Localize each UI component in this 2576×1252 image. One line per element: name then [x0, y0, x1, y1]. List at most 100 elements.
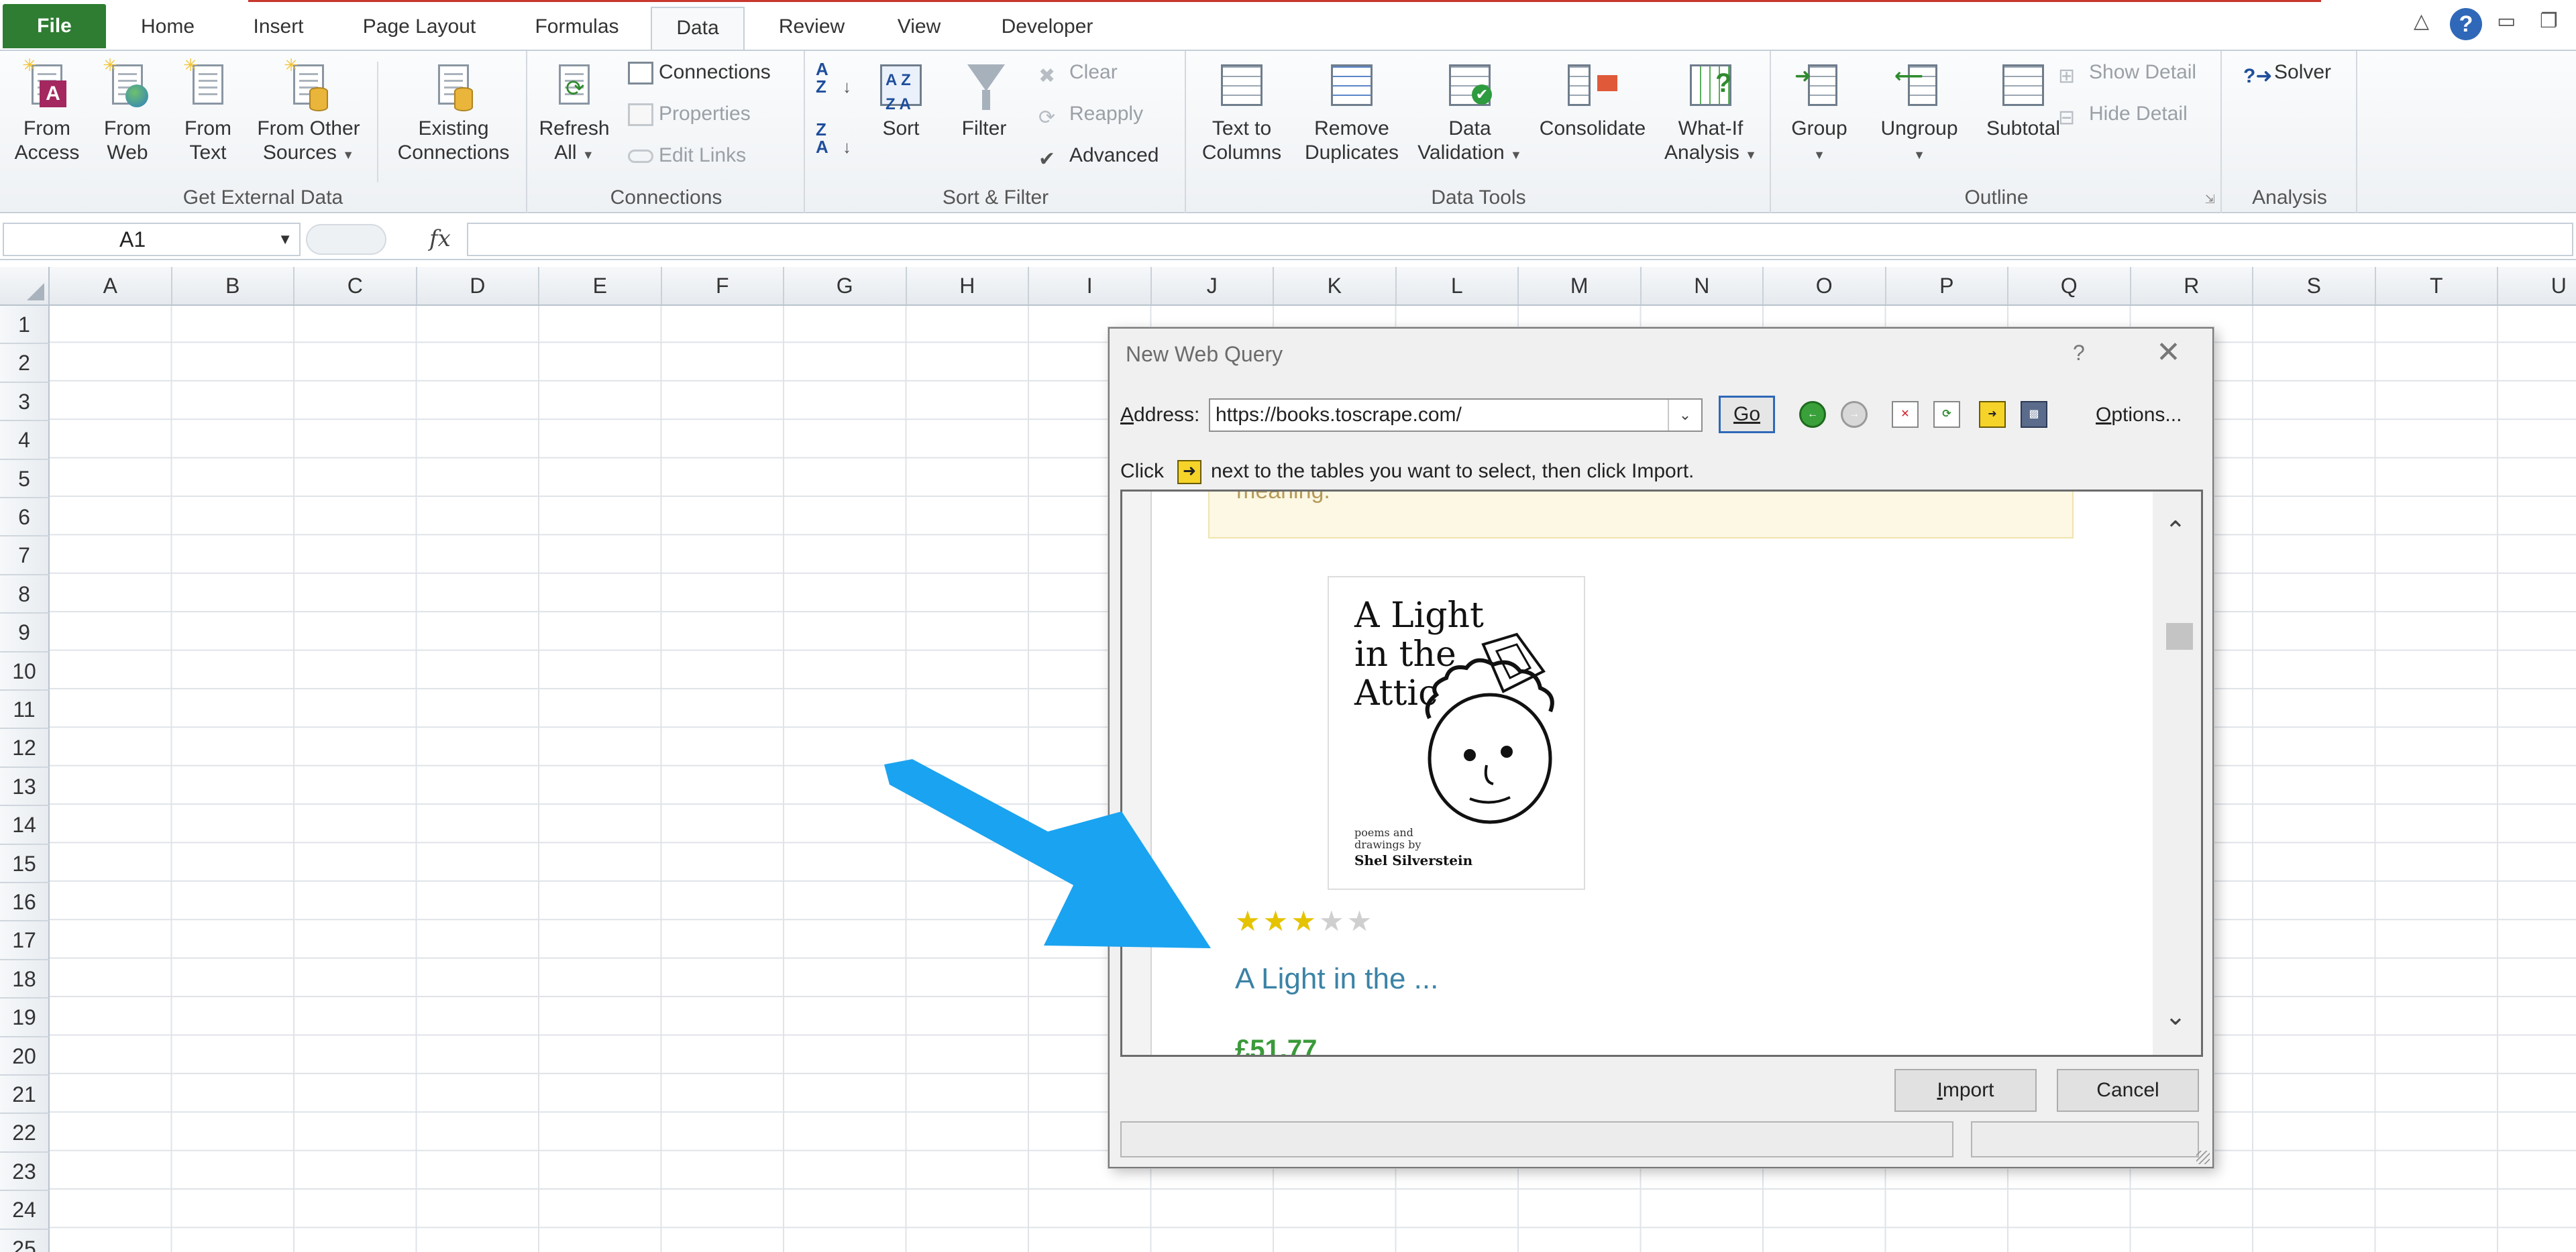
column-header[interactable]: Q	[2008, 267, 2131, 304]
row-header[interactable]: 19	[0, 999, 50, 1037]
column-header[interactable]: U	[2498, 267, 2576, 304]
options-button[interactable]: Options...	[2096, 404, 2182, 426]
column-header[interactable]: R	[2131, 267, 2253, 304]
row-header[interactable]: 22	[0, 1114, 50, 1153]
row-header[interactable]: 9	[0, 614, 50, 652]
existing-connections-button[interactable]: Existing Connections	[386, 58, 521, 165]
row-header[interactable]: 3	[0, 382, 50, 422]
go-button[interactable]: Go	[1719, 396, 1775, 433]
tab-developer[interactable]: Developer	[983, 7, 1111, 50]
select-all-corner[interactable]	[0, 267, 50, 304]
chevron-down-icon[interactable]: ▼	[278, 224, 292, 255]
column-header[interactable]: M	[1519, 267, 1642, 304]
window-restore-icon[interactable]: ❐	[2540, 9, 2558, 33]
scroll-thumb[interactable]	[2166, 623, 2193, 650]
from-text-button[interactable]: ✳ From Text	[168, 56, 248, 165]
row-header[interactable]: 7	[0, 536, 50, 575]
tab-home[interactable]: Home	[127, 7, 208, 50]
ribbon-minimize-icon[interactable]: △	[2414, 9, 2429, 33]
tab-insert[interactable]: Insert	[235, 7, 322, 50]
row-header[interactable]: 23	[0, 1152, 50, 1192]
tab-review[interactable]: Review	[765, 7, 859, 50]
row-header[interactable]: 12	[0, 729, 50, 768]
row-header[interactable]: 4	[0, 421, 50, 460]
sort-z-to-a-button[interactable]: Z A ↓	[816, 121, 851, 156]
book-title-link[interactable]: A Light in the ...	[1235, 962, 1438, 996]
column-header[interactable]: D	[417, 267, 539, 304]
row-header[interactable]: 20	[0, 1037, 50, 1076]
preview-vertical-scrollbar[interactable]: ⌃ ⌄	[2153, 492, 2201, 1055]
formula-input[interactable]	[467, 223, 2573, 256]
dialog-launcher-icon[interactable]: ⇲	[2205, 192, 2215, 207]
sort-a-to-z-button[interactable]: A Z ↓	[816, 60, 851, 95]
row-header[interactable]: 24	[0, 1191, 50, 1230]
book-cover-image[interactable]: A Light in the Attic poems and drawings …	[1328, 576, 1585, 890]
column-header[interactable]: P	[1886, 267, 2008, 304]
from-other-sources-button[interactable]: ✳ From Other Sources ▼	[248, 56, 369, 167]
scroll-up-icon[interactable]: ⌃	[2165, 516, 2186, 546]
column-header[interactable]: E	[539, 267, 662, 304]
row-header[interactable]: 8	[0, 575, 50, 614]
address-input[interactable]: https://books.toscrape.com/	[1209, 398, 1703, 432]
column-header[interactable]: B	[172, 267, 294, 304]
formula-bar-splitter[interactable]	[306, 224, 386, 255]
column-header[interactable]: A	[50, 267, 172, 304]
row-header[interactable]: 1	[0, 306, 50, 345]
column-header[interactable]: J	[1152, 267, 1274, 304]
column-header[interactable]: S	[2253, 267, 2376, 304]
text-to-columns-button[interactable]: Text to Columns	[1191, 58, 1292, 165]
tab-file[interactable]: File	[3, 4, 106, 48]
row-header[interactable]: 2	[0, 344, 50, 383]
column-header[interactable]: O	[1764, 267, 1886, 304]
column-header[interactable]: N	[1642, 267, 1764, 304]
cancel-button[interactable]: Cancel	[2057, 1069, 2199, 1112]
row-header[interactable]: 13	[0, 767, 50, 807]
column-header[interactable]: L	[1397, 267, 1519, 304]
what-if-analysis-button[interactable]: ? What-If Analysis ▼	[1657, 58, 1764, 167]
row-header[interactable]: 25	[0, 1229, 50, 1252]
help-icon[interactable]: ?	[2450, 8, 2482, 40]
connections-button[interactable]: Connections	[628, 58, 771, 87]
row-header[interactable]: 17	[0, 921, 50, 960]
import-button[interactable]: Import	[1894, 1069, 2037, 1112]
column-header[interactable]: F	[662, 267, 784, 304]
group-button[interactable]: ➜ Group ▼	[1776, 58, 1862, 167]
row-header[interactable]: 14	[0, 806, 50, 845]
row-header[interactable]: 11	[0, 691, 50, 730]
address-dropdown-icon[interactable]: ⌄	[1668, 400, 1701, 431]
column-header[interactable]: I	[1029, 267, 1152, 304]
ungroup-button[interactable]: ⟵ Ungroup ▼	[1864, 58, 1975, 167]
refresh-page-icon[interactable]: ⟳	[1933, 401, 1960, 428]
solver-button[interactable]: ?➜Solver	[2243, 58, 2331, 87]
tab-page-layout[interactable]: Page Layout	[349, 7, 490, 50]
row-header[interactable]: 18	[0, 960, 50, 999]
from-access-button[interactable]: ✳ A From Access	[7, 56, 87, 165]
advanced-filter-button[interactable]: ✔ Advanced	[1038, 141, 1159, 170]
save-query-icon[interactable]: ▩	[2021, 401, 2047, 428]
subtotal-button[interactable]: Subtotal	[1976, 58, 2070, 141]
close-icon[interactable]: ✕	[2156, 335, 2181, 369]
stop-icon[interactable]: ✕	[1892, 401, 1919, 428]
window-minimize-icon[interactable]: ▭	[2497, 9, 2516, 33]
refresh-all-button[interactable]: ⟳ Refresh All ▼	[534, 58, 614, 167]
consolidate-button[interactable]: Consolidate	[1532, 58, 1653, 141]
data-validation-button[interactable]: ✔ Data Validation ▼	[1413, 58, 1527, 167]
sort-button[interactable]: A ZZ A Sort	[864, 58, 938, 141]
row-header[interactable]: 15	[0, 844, 50, 883]
row-header[interactable]: 16	[0, 883, 50, 922]
column-header[interactable]: G	[784, 267, 907, 304]
row-header[interactable]: 6	[0, 498, 50, 537]
resize-grip-icon[interactable]	[2196, 1151, 2210, 1164]
column-header[interactable]: K	[1274, 267, 1397, 304]
filter-button[interactable]: Filter	[947, 58, 1021, 141]
scroll-down-icon[interactable]: ⌄	[2165, 1001, 2186, 1031]
from-web-button[interactable]: ✳ From Web	[87, 56, 168, 165]
remove-duplicates-button[interactable]: Remove Duplicates	[1295, 58, 1409, 165]
column-header[interactable]: T	[2376, 267, 2498, 304]
row-header[interactable]: 21	[0, 1076, 50, 1115]
dialog-help-button[interactable]: ?	[2073, 341, 2085, 365]
back-icon[interactable]: ←	[1799, 401, 1826, 428]
name-box[interactable]: A1 ▼	[3, 223, 301, 256]
tab-view[interactable]: View	[879, 7, 959, 50]
tab-data[interactable]: Data	[651, 7, 745, 50]
